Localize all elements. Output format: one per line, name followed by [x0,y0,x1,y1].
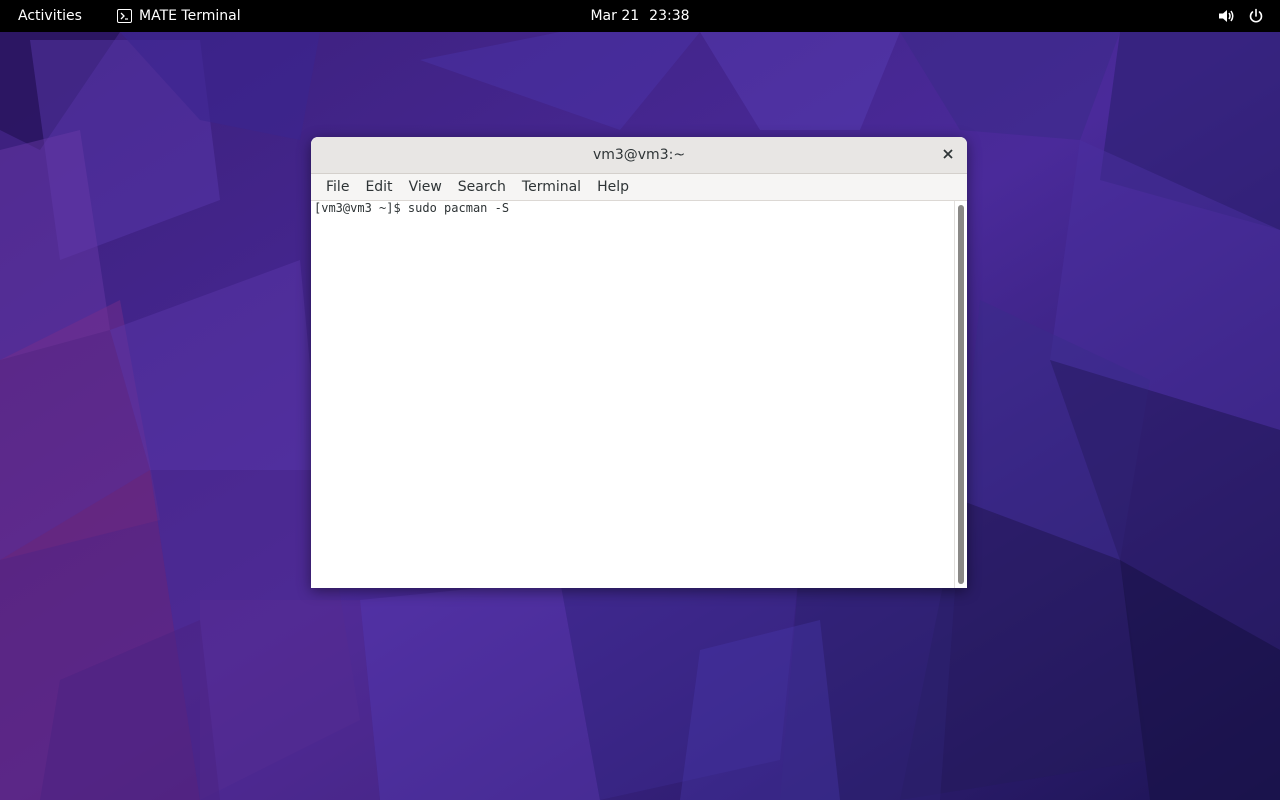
app-menu-label: MATE Terminal [139,8,241,24]
activities-label: Activities [18,8,82,24]
system-tray[interactable] [1218,0,1264,32]
close-button[interactable] [939,146,957,164]
terminal-icon [117,9,132,23]
activities-button[interactable]: Activities [18,0,82,32]
terminal-command: sudo pacman -S [407,201,510,215]
terminal-prompt: [vm3@vm3 ~]$ [314,201,408,215]
terminal-line: [vm3@vm3 ~]$ sudo pacman -S [314,201,951,216]
menu-search[interactable]: Search [450,174,514,201]
menu-view[interactable]: View [401,174,450,201]
window-title: vm3@vm3:~ [592,147,686,163]
terminal-output[interactable]: [vm3@vm3 ~]$ sudo pacman -S [311,201,954,588]
clock-date[interactable]: Mar 21 [590,8,639,24]
window-titlebar[interactable]: vm3@vm3:~ [311,137,967,174]
terminal-scrollbar[interactable] [954,201,967,588]
app-menu-button[interactable]: MATE Terminal [117,0,241,32]
menu-file[interactable]: File [318,174,357,201]
clock-time[interactable]: 23:38 [649,8,689,24]
menu-edit[interactable]: Edit [357,174,400,201]
menu-terminal[interactable]: Terminal [514,174,589,201]
terminal-window[interactable]: vm3@vm3:~ File Edit View Search Terminal… [311,137,967,588]
close-icon [943,147,953,163]
power-icon[interactable] [1248,8,1264,24]
volume-icon[interactable] [1218,8,1236,24]
menu-bar: File Edit View Search Terminal Help [311,174,967,201]
scrollbar-thumb[interactable] [958,205,964,584]
menu-help[interactable]: Help [589,174,637,201]
top-bar: Activities MATE Terminal Mar 21 23:38 [0,0,1280,32]
